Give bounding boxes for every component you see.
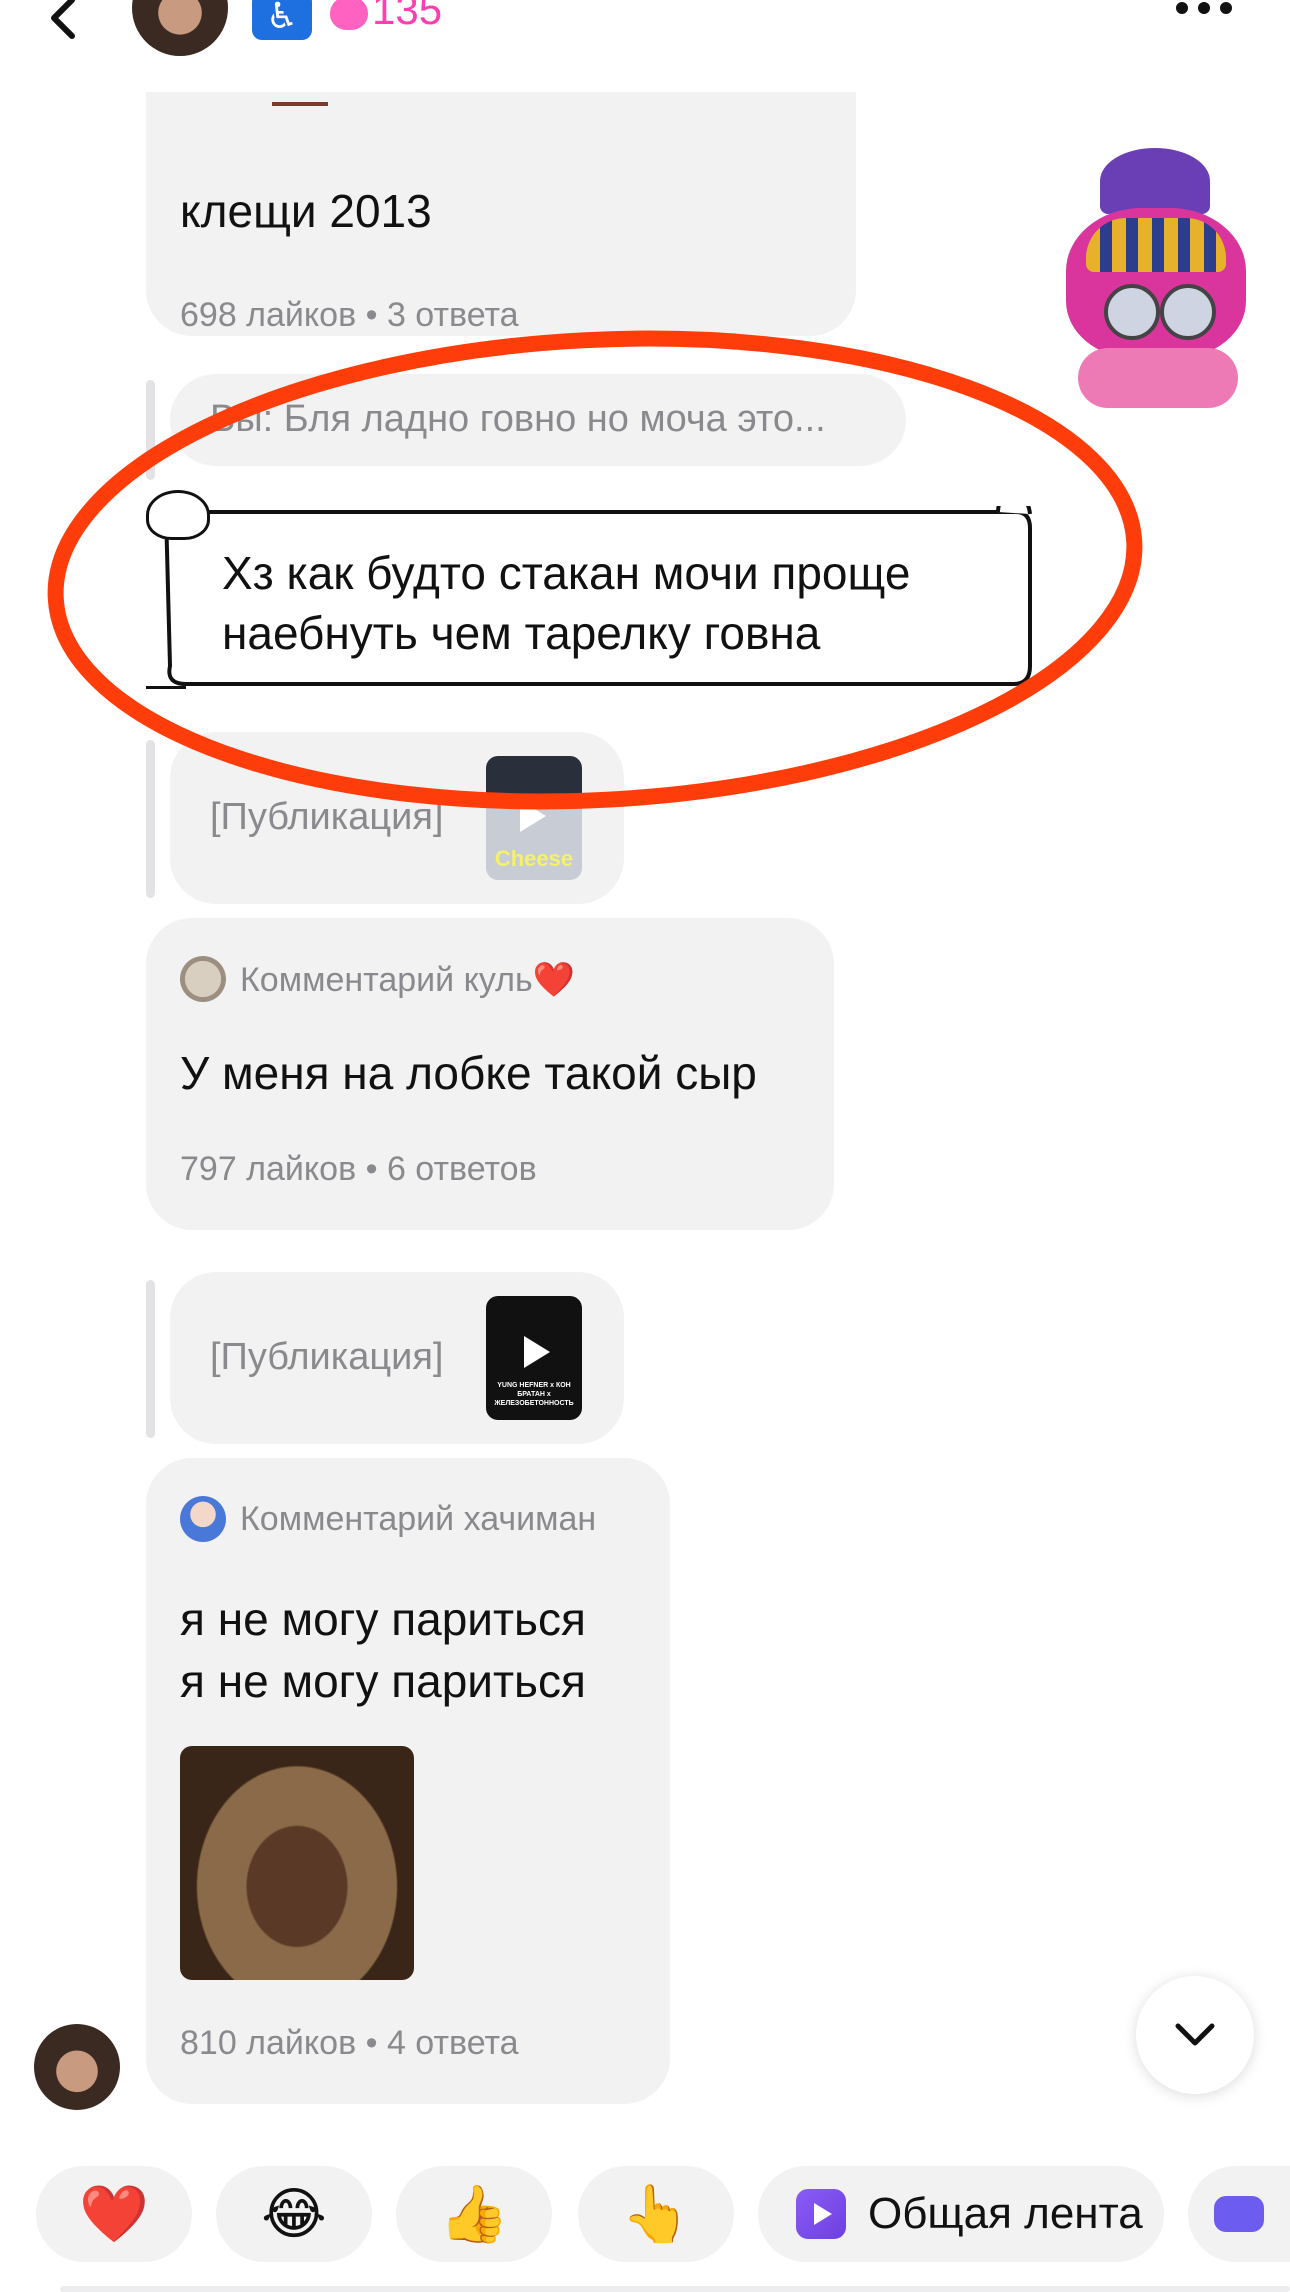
comment-image[interactable] [180, 1746, 414, 1980]
comment-text: У меня на лобке такой сыр [180, 1047, 757, 1099]
comment-line1: я не могу париться [180, 1593, 586, 1645]
reaction-thumbs-up-button[interactable]: 👍 [396, 2166, 552, 2262]
comment-line2: я не могу париться [180, 1655, 586, 1707]
scroll-down-button[interactable] [1136, 1976, 1254, 2094]
comment-card-2[interactable]: Комментарий хачиман я не могу париться я… [146, 1458, 670, 2104]
accessibility-icon: ♿ [252, 0, 312, 40]
play-icon [524, 1336, 550, 1368]
reply-bar [146, 1280, 155, 1438]
feed-icon [796, 2189, 846, 2239]
comment-meta: 810 лайков • 4 ответа [180, 2024, 519, 2062]
avatar[interactable] [132, 0, 228, 56]
heart-icon: ❤️ [532, 961, 575, 999]
comment-meta: 797 лайков • 6 ответов [180, 1150, 537, 1188]
reaction-laugh-button[interactable]: 😂 [216, 2166, 372, 2262]
post-card-2[interactable]: [Публикация] YUNG HEFNER x КОН БРАТАН x … [170, 1272, 624, 1444]
ellipsis-icon [1176, 2, 1188, 14]
game-button[interactable] [1188, 2166, 1290, 2262]
flame-icon [330, 0, 368, 30]
author-avatar [180, 956, 226, 1002]
heart-icon: ❤️ [79, 2182, 149, 2245]
bottom-divider [60, 2286, 1290, 2292]
gamepad-icon [1214, 2196, 1264, 2232]
thumbs-up-icon: 👍 [439, 2182, 509, 2245]
reaction-heart-button[interactable]: ❤️ [36, 2166, 192, 2262]
red-ellipse-annotation [47, 330, 1143, 810]
post-thumbnail[interactable]: YUNG HEFNER x КОН БРАТАН x ЖЕЛЕЗОБЕТОННО… [486, 1296, 582, 1420]
feed-button[interactable]: Общая лента [758, 2166, 1164, 2262]
laugh-icon: 😂 [261, 2182, 327, 2245]
author-avatar [180, 1496, 226, 1542]
chevron-down-icon [1175, 2023, 1215, 2046]
comment-author: Комментарий куль❤️ [240, 961, 575, 999]
comment-author: Комментарий хачиман [240, 1500, 597, 1538]
point-icon: 👆 [621, 2182, 691, 2245]
reaction-point-button[interactable]: 👆 [578, 2166, 734, 2262]
sender-avatar[interactable] [34, 2024, 120, 2110]
thumb-caption: YUNG HEFNER x КОН БРАТАН x ЖЕЛЕЗОБЕТОННО… [494, 1382, 574, 1407]
more-button[interactable] [1176, 0, 1236, 20]
back-button[interactable] [44, 0, 84, 40]
streak-count: 135 [372, 0, 443, 33]
comment-card-1[interactable]: Комментарий куль❤️ У меня на лобке такой… [146, 918, 834, 1230]
top-bar: ♿ 135 [0, 0, 1290, 92]
post-label: [Публикация] [210, 1336, 444, 1378]
feed-label: Общая лента [868, 2189, 1143, 2238]
